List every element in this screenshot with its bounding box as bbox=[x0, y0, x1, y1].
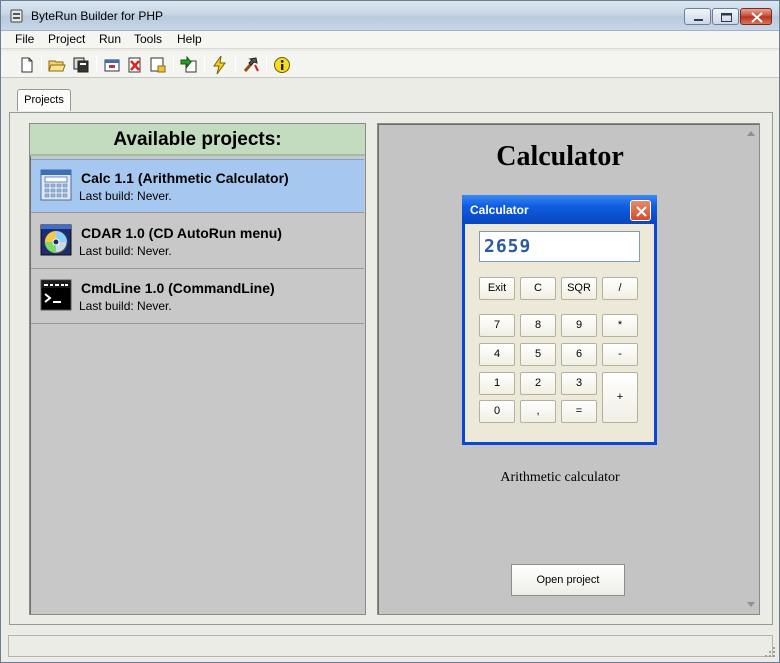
preview-caption: Arithmetic calculator bbox=[500, 470, 620, 485]
toolbar-separator bbox=[204, 55, 205, 73]
app-icon bbox=[10, 9, 23, 23]
open-project-button[interactable]: Open project bbox=[511, 564, 625, 596]
calc-key-decimal: , bbox=[520, 400, 556, 423]
scroll-up-icon[interactable] bbox=[747, 131, 755, 136]
import-icon[interactable] bbox=[179, 55, 199, 75]
resize-grip-icon[interactable] bbox=[764, 646, 776, 658]
menu-project[interactable]: Project bbox=[46, 32, 87, 46]
toolbar-separator bbox=[41, 55, 42, 73]
calc-key-9: 9 bbox=[561, 314, 597, 337]
properties-icon[interactable] bbox=[148, 55, 168, 75]
toolbar bbox=[1, 51, 779, 78]
calc-key-divide: / bbox=[602, 277, 638, 300]
title-bar[interactable]: ByteRun Builder for PHP bbox=[1, 1, 779, 31]
run-window-icon[interactable] bbox=[102, 55, 122, 75]
calculator-app-icon bbox=[40, 169, 72, 201]
window-title: ByteRun Builder for PHP bbox=[31, 9, 164, 23]
minimize-button[interactable] bbox=[684, 8, 711, 25]
tab-strip: Projects bbox=[1, 87, 779, 113]
calculator-title-bar: Calculator bbox=[462, 195, 657, 224]
cd-disc-icon bbox=[40, 224, 72, 256]
app-window: ByteRun Builder for PHP File Project Run… bbox=[0, 0, 780, 663]
scroll-down-icon[interactable] bbox=[747, 602, 755, 607]
calc-key-8: 8 bbox=[520, 314, 556, 337]
copy-icon[interactable] bbox=[71, 55, 91, 75]
preview-scrollbar[interactable] bbox=[743, 125, 759, 614]
info-icon[interactable] bbox=[272, 55, 292, 75]
build-lightning-icon[interactable] bbox=[210, 55, 230, 75]
calc-key-1: 1 bbox=[479, 372, 515, 395]
menu-help[interactable]: Help bbox=[175, 32, 204, 46]
toolbar-separator bbox=[235, 55, 236, 73]
calc-key-3: 3 bbox=[561, 372, 597, 395]
menu-file[interactable]: File bbox=[13, 32, 36, 46]
calculator-title: Calculator bbox=[470, 203, 529, 217]
calc-key-2: 2 bbox=[520, 372, 556, 395]
new-file-icon[interactable] bbox=[17, 55, 37, 75]
preview-title: Calculator bbox=[496, 141, 624, 172]
calculator-display: 2659 bbox=[479, 231, 640, 262]
command-line-icon bbox=[40, 279, 72, 311]
tab-projects[interactable]: Projects bbox=[17, 89, 71, 111]
projects-panel: Available projects: Calc 1.1 (Arithmetic… bbox=[29, 123, 366, 615]
close-icon bbox=[636, 206, 647, 217]
calc-key-7: 7 bbox=[479, 314, 515, 337]
calc-key-multiply: * bbox=[602, 314, 638, 337]
calculator-preview: Calculator 2659 Exit C SQR / 7 8 9 * 4 5… bbox=[462, 195, 657, 445]
project-build-status: Last build: Never. bbox=[79, 244, 172, 258]
calc-key-subtract: - bbox=[602, 343, 638, 366]
calc-key-6: 6 bbox=[561, 343, 597, 366]
calculator-close-button bbox=[630, 200, 651, 221]
open-folder-icon[interactable] bbox=[47, 55, 67, 75]
calc-key-sqr: SQR bbox=[561, 277, 597, 300]
calc-key-clear: C bbox=[520, 277, 556, 300]
close-button[interactable] bbox=[740, 8, 772, 25]
calc-key-4: 4 bbox=[479, 343, 515, 366]
projects-header: Available projects: bbox=[30, 124, 365, 156]
tools-icon[interactable] bbox=[241, 55, 261, 75]
minimize-icon bbox=[694, 19, 703, 21]
project-name: CmdLine 1.0 (CommandLine) bbox=[81, 280, 275, 296]
calc-key-equals: = bbox=[561, 400, 597, 423]
menu-tools[interactable]: Tools bbox=[132, 32, 164, 46]
calc-key-exit: Exit bbox=[479, 277, 515, 300]
close-icon bbox=[751, 12, 763, 23]
project-build-status: Last build: Never. bbox=[79, 299, 172, 313]
calc-key-5: 5 bbox=[520, 343, 556, 366]
menu-run[interactable]: Run bbox=[97, 32, 123, 46]
project-name: CDAR 1.0 (CD AutoRun menu) bbox=[81, 225, 282, 241]
project-item-calc[interactable]: Calc 1.1 (Arithmetic Calculator) Last bu… bbox=[31, 159, 364, 213]
project-name: Calc 1.1 (Arithmetic Calculator) bbox=[81, 170, 289, 186]
status-bar bbox=[8, 635, 773, 657]
project-item-cdar[interactable]: CDAR 1.0 (CD AutoRun menu) Last build: N… bbox=[31, 215, 364, 269]
calc-key-add: + bbox=[602, 372, 638, 423]
maximize-button[interactable] bbox=[712, 8, 739, 25]
toolbar-separator bbox=[96, 55, 97, 73]
menu-bar: File Project Run Tools Help bbox=[1, 31, 779, 49]
project-build-status: Last build: Never. bbox=[79, 189, 172, 203]
maximize-icon bbox=[721, 13, 732, 22]
toolbar-separator bbox=[173, 55, 174, 73]
project-item-cmdline[interactable]: CmdLine 1.0 (CommandLine) Last build: Ne… bbox=[31, 270, 364, 324]
delete-icon[interactable] bbox=[125, 55, 145, 75]
toolbar-separator bbox=[266, 55, 267, 73]
calc-key-0: 0 bbox=[479, 400, 515, 423]
